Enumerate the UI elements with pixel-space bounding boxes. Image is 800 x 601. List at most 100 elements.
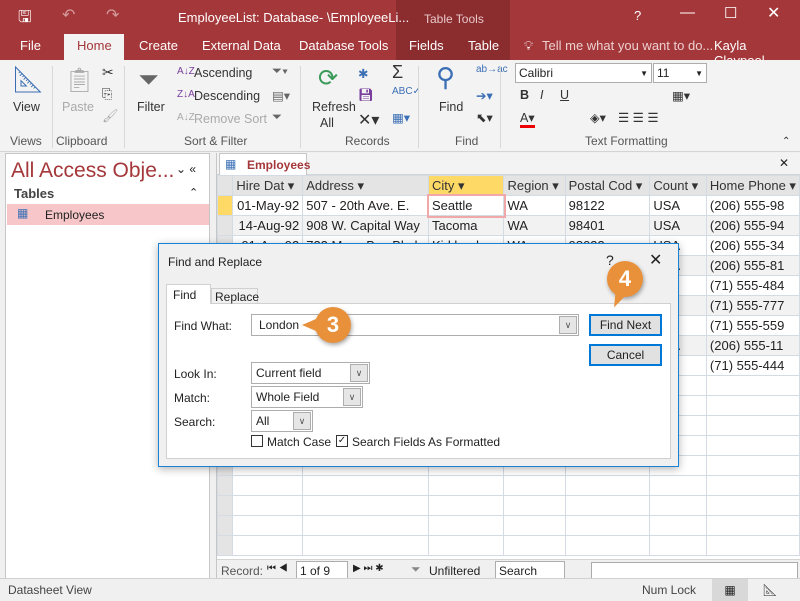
collapse-section-icon[interactable]: ⌃ — [189, 186, 198, 199]
copy-icon[interactable]: ⎘ — [102, 86, 112, 102]
look-in-select[interactable]: Current field ∨ — [251, 362, 370, 384]
chevron-down-icon[interactable]: ∨ — [343, 388, 361, 406]
format-painter-icon[interactable]: 🖌︎ — [102, 108, 119, 124]
table-row[interactable]: 14-Aug-92 908 W. Capital Way Tacoma WA 98401… — [216, 215, 800, 236]
font-size-select[interactable]: 11 ▼ — [653, 63, 707, 83]
delete-record-icon[interactable]: ✕▾ — [358, 110, 379, 130]
dialog-close-button[interactable]: ✕ — [649, 250, 662, 270]
italic-button[interactable]: I — [540, 88, 543, 102]
undo-icon[interactable]: ↶ — [62, 5, 75, 25]
find-next-button[interactable]: Find Next — [589, 314, 662, 336]
refresh-all-label[interactable]: All — [320, 116, 334, 130]
table-cell[interactable]: 98401 — [564, 215, 651, 236]
collapse-ribbon-icon[interactable]: ⌃ — [782, 136, 790, 147]
column-header[interactable]: Region ▾ — [503, 175, 566, 196]
datasheet-view-icon[interactable]: ▦ — [712, 579, 748, 601]
spelling-icon[interactable]: ABC✓ — [392, 86, 421, 97]
save-record-icon[interactable]: 💾︎ — [358, 88, 374, 103]
view-button[interactable]: View — [13, 100, 40, 114]
close-tab-icon[interactable]: ✕ — [779, 156, 789, 170]
redo-icon[interactable]: ↷ — [106, 5, 119, 25]
table-cell[interactable]: (71) 555-777 — [705, 295, 800, 316]
column-header[interactable]: Home Phone ▾ — [705, 175, 800, 196]
tab-employees[interactable]: ▦ Employees — [219, 153, 310, 176]
cancel-button[interactable]: Cancel — [589, 344, 662, 366]
row-selector[interactable] — [216, 195, 234, 216]
first-record-button[interactable]: ⏮ ◀ — [267, 563, 288, 574]
tab-fields[interactable]: Fields — [409, 38, 444, 53]
horizontal-scrollbar[interactable] — [591, 562, 798, 579]
tab-table[interactable]: Table — [468, 38, 499, 53]
table-cell[interactable]: WA — [503, 195, 566, 216]
table-cell[interactable]: USA — [649, 215, 707, 236]
cut-icon[interactable]: ✂ — [102, 64, 114, 81]
nav-section-tables[interactable]: Tables — [14, 186, 54, 201]
table-cell[interactable]: (71) 555-444 — [705, 355, 800, 376]
next-record-buttons[interactable]: ▶ ⏭ ✱ — [353, 563, 384, 574]
more-icon[interactable]: ▦▾ — [392, 110, 410, 125]
tab-find[interactable]: Find — [166, 284, 211, 304]
table-cell[interactable]: (206) 555-98 — [705, 195, 800, 216]
match-select[interactable]: Whole Field ∨ — [251, 386, 363, 408]
tab-file[interactable]: File — [20, 38, 41, 53]
table-cell[interactable]: (71) 555-559 — [705, 315, 800, 336]
tab-replace[interactable]: Replace — [211, 288, 259, 304]
select-all-corner[interactable] — [216, 175, 234, 196]
table-cell[interactable]: 98122 — [564, 195, 651, 216]
descending-button[interactable]: Descending — [194, 89, 260, 103]
advanced-filter-icon[interactable]: ▤▾ — [272, 88, 290, 103]
toggle-filter-icon[interactable]: ⏷ — [272, 110, 282, 125]
underline-button[interactable]: U — [560, 88, 569, 102]
find-button[interactable]: Find — [439, 100, 463, 114]
match-case-checkbox[interactable] — [251, 435, 263, 447]
font-name-select[interactable]: Calibri ▼ — [515, 63, 652, 83]
find-what-input[interactable]: London ∨ — [251, 314, 579, 336]
table-cell[interactable]: (206) 555-11 — [705, 335, 800, 356]
search-select[interactable]: All ∨ — [251, 410, 313, 432]
tab-external-data[interactable]: External Data — [202, 38, 281, 53]
design-view-icon[interactable]: 📐︎ — [755, 579, 785, 601]
filter-status[interactable]: Unfiltered — [429, 564, 480, 578]
nav-item-employees[interactable]: ▦ Employees — [7, 204, 209, 225]
match-case-label[interactable]: Match Case — [267, 435, 331, 449]
totals-icon[interactable]: Σ — [392, 62, 403, 83]
table-cell[interactable]: (206) 555-94 — [705, 215, 800, 236]
table-cell[interactable]: 507 - 20th Ave. E. — [302, 195, 430, 216]
nav-title[interactable]: All Access Obje... — [11, 159, 174, 183]
column-header[interactable]: City ▾ — [428, 175, 505, 196]
tab-home[interactable]: Home — [77, 38, 112, 53]
tell-me-box[interactable]: Tell me what you want to do... — [542, 38, 713, 53]
table-cell[interactable]: WA — [503, 215, 566, 236]
table-cell[interactable]: 14-Aug-92 — [232, 215, 304, 236]
row-selector[interactable] — [216, 215, 234, 236]
remove-sort-button[interactable]: Remove Sort — [194, 112, 267, 126]
table-cell[interactable]: Tacoma — [428, 215, 505, 236]
column-header[interactable]: Count ▾ — [649, 175, 707, 196]
column-header[interactable]: Address ▾ — [302, 175, 430, 196]
maximize-button[interactable]: ☐ — [724, 4, 737, 22]
column-header[interactable]: Hire Dat ▾ — [232, 175, 304, 196]
table-cell[interactable]: (206) 555-34 — [705, 235, 800, 256]
table-cell[interactable]: 01-May-92 — [232, 195, 304, 216]
select-icon[interactable]: ⬉▾ — [476, 110, 493, 125]
align-buttons[interactable]: ☰ ☰ ☰ — [618, 110, 659, 125]
gridlines-button[interactable]: ▦▾ — [672, 88, 690, 103]
search-formatted-label[interactable]: Search Fields As Formatted — [352, 435, 500, 449]
refresh-all-button[interactable]: Refresh — [312, 100, 356, 114]
goto-icon[interactable]: ➔▾ — [476, 88, 493, 103]
chevron-down-icon[interactable]: ∨ — [350, 364, 368, 382]
table-cell[interactable]: USA — [649, 195, 707, 216]
close-button[interactable]: ✕ — [767, 3, 780, 23]
ascending-button[interactable]: Ascending — [194, 66, 252, 80]
table-row[interactable]: 01-May-92 507 - 20th Ave. E. Seattle WA 9812… — [216, 193, 800, 218]
new-record-icon[interactable]: ✱ — [358, 66, 368, 81]
tab-create[interactable]: Create — [139, 38, 178, 53]
table-cell[interactable]: (206) 555-81 — [705, 255, 800, 276]
help-button[interactable]: ? — [634, 8, 641, 23]
save-icon[interactable]: 🖫 — [18, 6, 32, 33]
chevron-down-icon[interactable]: ∨ — [559, 316, 577, 334]
search-formatted-checkbox[interactable]: ✓ — [336, 435, 348, 447]
nav-menu-icon[interactable]: ⌄ « — [176, 162, 196, 176]
paste-button[interactable]: Paste — [62, 100, 94, 114]
table-cell[interactable]: Seattle — [426, 193, 506, 218]
